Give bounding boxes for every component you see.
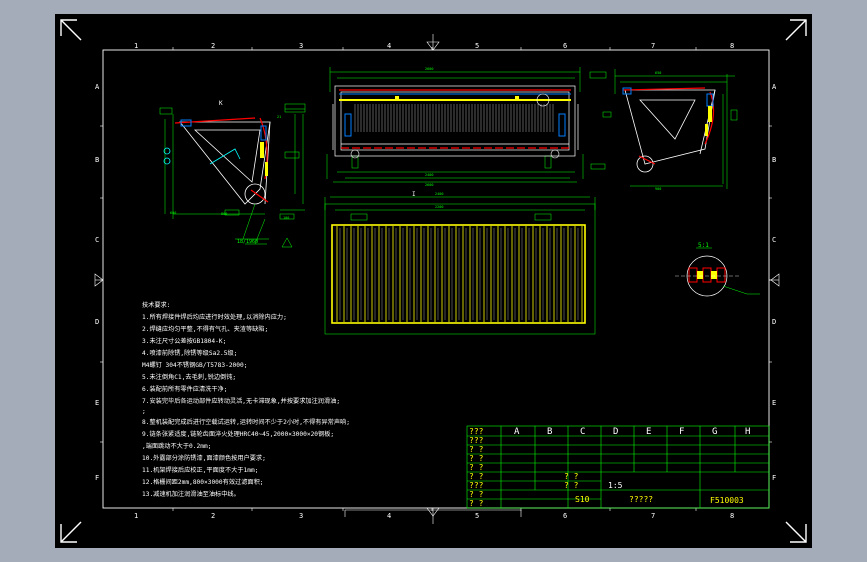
right-side-view: 650 900 <box>589 69 738 191</box>
zone-top-7: 7 <box>651 42 655 50</box>
note-line: 7.安装完毕后各运动部件应转动灵活,无卡滞现象,并按要求加注润滑油; <box>142 397 340 405</box>
zone-left-B: B <box>95 156 99 164</box>
zone-left-F: F <box>95 474 99 482</box>
note-line: 12.格栅间距2mm,800×3000有效过滤面积; <box>142 478 263 486</box>
tb-zone-H: H <box>745 427 750 437</box>
note-line: 9.链条张紧适度,链轮齿面淬火处理HRC40~45,2000×3000×20钢板… <box>142 430 334 438</box>
tb-row-label: ? ? <box>469 499 484 508</box>
tb-row-label: ??? <box>469 436 484 445</box>
zone-bottom-5: 5 <box>475 512 479 520</box>
note-line: 1.所有焊接件焊后均应进行时效处理,以消除内应力; <box>142 313 287 321</box>
note-line: 3.未注尺寸公差按GB1804-K; <box>142 337 226 345</box>
zone-bottom-3: 3 <box>299 512 303 520</box>
note-heading: 技术要求: <box>142 301 170 309</box>
svg-text:600: 600 <box>170 211 176 215</box>
tb-mid-label: ? ? <box>564 481 579 490</box>
front-view-grid-bars <box>354 104 554 132</box>
tb-row-label: ? ? <box>469 454 484 463</box>
note-line: 10.外露部分涂防锈漆,面漆颜色按用户要求; <box>142 454 266 462</box>
note-line: 5.未注倒角C1,去毛刺,锐边倒钝; <box>142 373 236 381</box>
zone-right-F: F <box>772 474 776 482</box>
zone-right-D: D <box>772 318 776 326</box>
tb-zone-B: B <box>547 427 552 437</box>
plan-view: I 2400 2200 <box>324 191 596 335</box>
svg-text:900: 900 <box>655 187 661 191</box>
tb-row-label: ? ? <box>469 445 484 454</box>
zone-top-1: 1 <box>134 42 138 50</box>
left-side-view: K 18/1960 21 100 600 800 <box>159 100 306 248</box>
svg-text:2400: 2400 <box>435 192 443 196</box>
tb-zone-D: D <box>613 427 618 437</box>
zone-left-D: D <box>95 318 99 326</box>
crop-marks <box>60 19 807 543</box>
svg-text:2600: 2600 <box>425 183 433 187</box>
zone-top-8: 8 <box>730 42 734 50</box>
drawing-canvas: 1 2 3 4 5 6 7 8 1 2 3 4 5 6 7 8 A B C D … <box>60 19 807 543</box>
cad-drawing-viewport[interactable]: 1 2 3 4 5 6 7 8 1 2 3 4 5 6 7 8 A B C D … <box>55 14 812 548</box>
svg-text:650: 650 <box>655 71 661 75</box>
zone-bottom-6: 6 <box>563 512 567 520</box>
tb-zone-G: G <box>712 427 717 437</box>
tb-row-label: ??? <box>469 481 484 490</box>
zone-bottom-7: 7 <box>651 512 655 520</box>
zone-bottom-1: 1 <box>134 512 138 520</box>
note-line: 4.喷漆前除锈,除锈等级Sa2.5级; <box>142 349 237 357</box>
zone-right-A: A <box>772 83 777 91</box>
note-line: 11.机架焊接后应校正,平面度不大于1mm; <box>142 466 258 474</box>
tb-zone-A: A <box>514 427 520 437</box>
note-line: 8.整机装配完成后进行空载试运转,运转时间不少于2小时,不得有异常声响; <box>142 418 350 426</box>
tb-row-label: ? ? <box>469 463 484 472</box>
part-callout: 18/1960 <box>237 239 258 245</box>
tb-row-label: ? ? <box>469 490 484 499</box>
zone-left-E: E <box>95 399 99 407</box>
zone-top-4: 4 <box>387 42 391 50</box>
svg-text:100: 100 <box>283 216 289 220</box>
svg-text:2600: 2600 <box>425 67 433 71</box>
detail-view: 5:1 <box>675 242 760 297</box>
note-line: ; <box>142 408 146 415</box>
tb-row-label: ??? <box>469 427 484 436</box>
zone-bottom-2: 2 <box>211 512 215 520</box>
tb-zone-E: E <box>646 427 651 437</box>
zone-right-C: C <box>772 236 776 244</box>
tb-scale: 1:5 <box>608 481 623 490</box>
tb-mid-label: ? ? <box>564 472 579 481</box>
zone-top-3: 3 <box>299 42 303 50</box>
zone-right-E: E <box>772 399 776 407</box>
zone-bottom-8: 8 <box>730 512 734 520</box>
plan-view-wires <box>339 228 579 320</box>
tb-weight: S10 <box>575 495 590 504</box>
tb-row-label: ? ? <box>469 472 484 481</box>
note-line: 2.焊缝应均匀平整,不得有气孔、夹渣等缺陷; <box>142 325 268 333</box>
svg-text:2200: 2200 <box>435 205 443 209</box>
svg-text:21: 21 <box>277 115 281 119</box>
zone-bottom-4: 4 <box>387 512 391 520</box>
view-label-k: K <box>219 100 223 107</box>
note-line: 6.装配前所有零件应清洗干净; <box>142 385 227 393</box>
zone-right-B: B <box>772 156 776 164</box>
zone-top-2: 2 <box>211 42 215 50</box>
tb-zone-F: F <box>679 427 684 437</box>
note-line: M4螺钉 304不锈钢GB/T5783-2000; <box>142 361 247 369</box>
plan-view-bars <box>336 226 583 322</box>
technical-notes: 技术要求: 1.所有焊接件焊后均应进行时效处理,以消除内应力; 2.焊缝应均匀平… <box>142 301 350 498</box>
tb-zone-C: C <box>580 427 585 437</box>
detail-label-i: I <box>412 191 416 198</box>
note-line: ,端面跳动不大于0.2mm; <box>142 442 211 450</box>
zone-top-6: 6 <box>563 42 567 50</box>
tb-drawing-name: ????? <box>629 495 653 504</box>
svg-text:800: 800 <box>221 212 227 216</box>
centering-marks <box>94 34 780 524</box>
title-block: A B C D E F G H ??? ??? ? ? ? ? ? ? ? ? … <box>466 425 770 509</box>
svg-text:2400: 2400 <box>425 173 433 177</box>
zone-left-C: C <box>95 236 99 244</box>
tb-drawing-number: F510003 <box>710 496 744 505</box>
zone-top-5: 5 <box>475 42 479 50</box>
zone-left-A: A <box>95 83 100 91</box>
front-view: 2600 2400 2600 <box>326 67 584 187</box>
note-line: 13.减速机加注润滑油至油标中线。 <box>142 490 240 498</box>
